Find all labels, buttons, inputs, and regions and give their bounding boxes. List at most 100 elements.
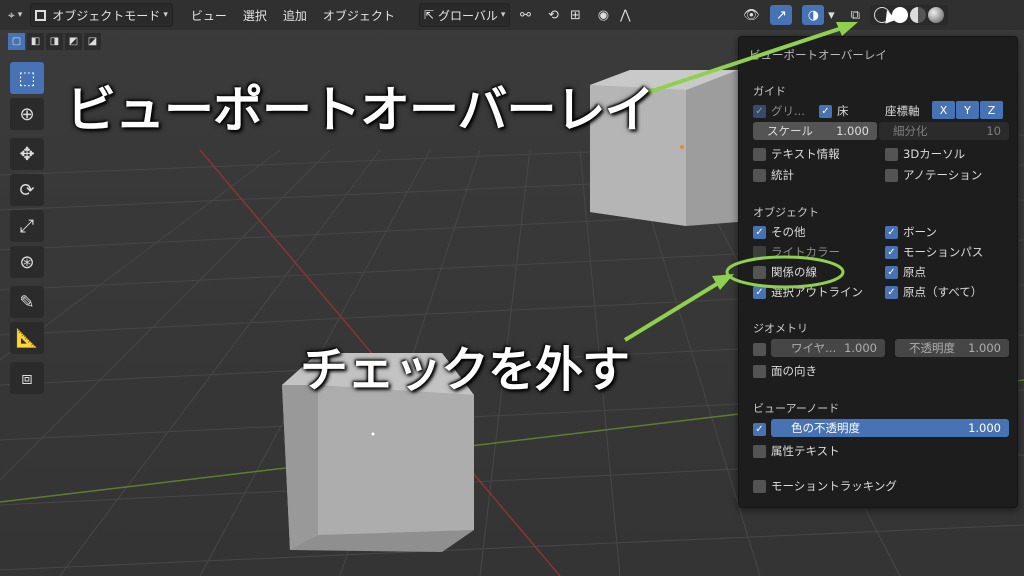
select-intersect-icon[interactable]: ◪ [84,33,101,50]
overlay-toggle-icon[interactable]: ◑ [802,5,825,25]
chevron-down-icon: ▾ [500,10,506,20]
wireframe-opacity-field[interactable]: 不透明度 1.000 [895,339,1009,357]
text-info-checkbox[interactable]: テキスト情報 [753,146,840,162]
gizmo-toggle-icon[interactable]: ↗ [770,5,793,25]
scale-label: スケール [767,124,813,138]
viewport-header: ⌖ ▾ オブジェクトモード ▾ ビュー 選択 追加 オブジェクト ⇱ グローバル … [0,0,1024,30]
selection-mode-buttons: ▢ ◧ ◨ ◩ ◪ [8,33,103,51]
color-opacity-slider[interactable]: 色の不透明度 1.000 [771,419,1009,437]
viewer-node-section-header: ビューアーノード [753,402,840,415]
grid-subdivisions-field[interactable]: 細分化 10 [879,122,1009,140]
add-cube-icon[interactable]: ⧈ [10,362,44,394]
guides-section-header: ガイド [753,85,786,98]
attribute-text-label: 属性テキスト [771,444,840,458]
visibility-icon[interactable]: 👁 [740,5,762,25]
unchecked-box [753,479,766,493]
viewport-editor-icon: ⌖ [8,7,15,22]
axis-y-toggle[interactable]: Y [956,101,979,119]
callout-title: ビューポートオーバーレイ [66,81,654,139]
bones-label: ボーン [903,225,937,239]
origins-all-label: 原点（すべて） [903,285,983,299]
mode-dropdown[interactable]: オブジェクトモード ▾ [30,3,173,27]
motion-tracking-checkbox[interactable]: モーショントラッキング [753,478,897,494]
checkmark-icon: ✓ [753,225,766,239]
select-extend-icon[interactable]: ◧ [27,33,44,50]
axis-z-toggle[interactable]: Z [980,101,1003,119]
color-opacity-checkbox[interactable]: ✓ [753,421,771,437]
relationship-lines-checkbox[interactable]: 関係の線 [753,264,817,280]
menu-object[interactable]: オブジェクト [319,4,399,26]
viewport-overlays-popover: ビューポートオーバーレイ ガイド ✓ グリ... ✓ 床 座標軸 X Y Z スケー… [738,36,1018,508]
rotate-icon[interactable]: ⟳ [10,174,44,206]
face-orientation-checkbox[interactable]: 面の向き [753,363,817,379]
unchecked-box [753,245,766,259]
cursor-icon[interactable]: ⊕ [10,98,44,130]
subdivision-label: 細分化 [893,124,928,138]
axes-toggle-group: X Y Z [932,101,1004,119]
material-shading-icon[interactable] [910,7,927,23]
tool-shelf: ⬚ ⊕ ✥ ⟳ ⤢ ⊛ ✎ 📐 ⧈ [10,62,46,398]
checkmark-icon: ✓ [885,265,898,279]
editor-type-button[interactable]: ⌖ ▾ [4,4,26,26]
bones-checkbox[interactable]: ✓ ボーン [885,224,937,240]
proportional-edit-icon[interactable]: ◉ [592,5,614,25]
motion-paths-label: モーションパス [903,245,984,259]
snap-target-icon[interactable]: ⊞ [564,5,586,25]
motion-tracking-label: モーショントラッキング [771,479,897,493]
checkmark-icon: ✓ [885,225,898,239]
origins-all-checkbox[interactable]: ✓ 原点（すべて） [885,284,982,300]
wireframe-value: 1.000 [844,341,877,355]
axes-label: 座標軸 [885,103,920,119]
axes-label-text: 座標軸 [885,104,920,118]
xray-icon[interactable]: ⧉ [844,5,866,25]
pivot-point-icon[interactable]: ⚯ [514,5,536,25]
wireframe-checkbox[interactable] [753,341,771,357]
light-colors-checkbox[interactable]: ライトカラー [753,244,840,260]
cursor3d-checkbox[interactable]: 3Dカーソル [885,146,965,162]
floor-checkbox[interactable]: ✓ 床 [819,103,849,119]
unchecked-box [753,147,766,161]
color-opacity-label: 色の不透明度 [791,421,860,435]
relationship-lines-label: 関係の線 [771,265,817,279]
opacity-label: 不透明度 [909,341,955,355]
select-box-icon[interactable]: ⬚ [10,62,44,94]
transform-icon[interactable]: ⊛ [10,246,44,278]
move-icon[interactable]: ✥ [10,138,44,170]
annotate-icon[interactable]: ✎ [10,286,44,318]
axis-x-toggle[interactable]: X [932,101,955,119]
select-new-icon[interactable]: ▢ [8,33,25,50]
origins-checkbox[interactable]: ✓ 原点 [885,264,926,280]
objects-section-header: オブジェクト [753,206,819,219]
select-invert-icon[interactable]: ◩ [65,33,82,50]
object-mode-icon [35,9,47,21]
statistics-label: 統計 [771,168,794,182]
rendered-shading-icon[interactable] [928,7,945,23]
geometry-section-header: ジオメトリ [753,322,808,335]
select-subtract-icon[interactable]: ◨ [46,33,63,50]
falloff-icon[interactable]: ⋀ [614,5,636,25]
text-info-label: テキスト情報 [771,147,840,161]
wireframe-label: ワイヤ... [791,341,837,355]
menu-view[interactable]: ビュー [187,4,231,26]
extras-checkbox[interactable]: ✓ その他 [753,224,806,240]
motion-paths-checkbox[interactable]: ✓ モーションパス [885,244,983,260]
orientation-dropdown[interactable]: ⇱ グローバル ▾ [418,3,511,27]
checkmark-icon: ✓ [753,422,766,436]
unchecked-box [753,168,766,182]
color-opacity-value: 1.000 [968,421,1001,435]
grid-scale-field[interactable]: スケール 1.000 [753,122,877,140]
measure-icon[interactable]: 📐 [10,322,44,354]
statistics-checkbox[interactable]: 統計 [753,167,794,183]
menu-add[interactable]: 追加 [279,4,311,26]
mode-label: オブジェクトモード [52,8,161,23]
snap-icon[interactable]: ⟲ [542,5,564,25]
grid-checkbox[interactable]: ✓ グリ... [753,103,805,119]
wireframe-threshold-field[interactable]: ワイヤ... 1.000 [771,339,885,357]
outline-selected-checkbox[interactable]: ✓ 選択アウトライン [753,284,863,300]
overlay-dropdown-chevron-icon[interactable]: ▾ [824,5,838,25]
scale-icon[interactable]: ⤢ [10,210,44,242]
annotations-checkbox[interactable]: アノテーション [885,167,982,183]
checkmark-icon: ✓ [753,104,766,118]
menu-select[interactable]: 選択 [239,4,271,26]
attribute-text-checkbox[interactable]: 属性テキスト [753,443,840,459]
